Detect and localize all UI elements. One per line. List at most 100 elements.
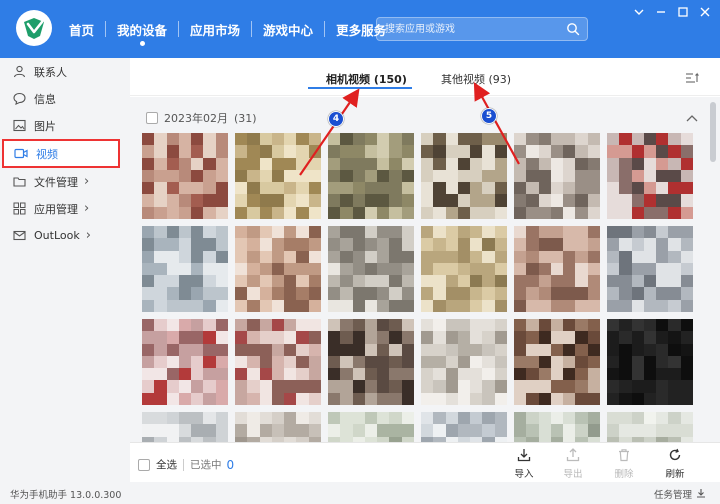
action-bar: 全选 已选中 0 导入 导出 删除 刷新 xyxy=(130,442,720,482)
nav-home[interactable]: 首页 xyxy=(58,0,105,58)
delete-icon xyxy=(604,448,644,464)
video-thumbnail[interactable] xyxy=(328,133,414,219)
search-icon[interactable] xyxy=(566,22,580,39)
thumbnail-image xyxy=(607,133,693,219)
video-icon xyxy=(14,147,28,161)
tab-other-videos[interactable]: 其他视频 (93) xyxy=(441,71,511,87)
nav-app-market[interactable]: 应用市场 xyxy=(179,0,251,58)
download-icon xyxy=(696,488,706,501)
refresh-button[interactable]: 刷新 xyxy=(655,448,695,480)
group-title: 2023年02月 xyxy=(164,112,228,125)
tab-camera-videos[interactable]: 相机视频 (150) xyxy=(326,71,407,87)
chevron-right-icon: › xyxy=(85,228,91,243)
chevron-right-icon: › xyxy=(84,174,90,189)
sidebar-item-label: 信息 xyxy=(34,92,56,106)
sidebar-item-outlook[interactable]: OutLook › xyxy=(2,222,120,249)
scrollbar-thumb[interactable] xyxy=(710,102,716,162)
video-thumbnail[interactable] xyxy=(235,226,321,312)
chevron-right-icon: › xyxy=(84,201,90,216)
task-manager-button[interactable]: 任务管理 xyxy=(654,487,706,501)
thumbnail-image xyxy=(235,133,321,219)
search-input[interactable] xyxy=(377,18,561,40)
thumbnail-image xyxy=(328,133,414,219)
person-icon xyxy=(12,65,26,79)
video-thumbnail[interactable] xyxy=(514,319,600,405)
video-thumbnail[interactable] xyxy=(142,226,228,312)
video-thumbnail[interactable] xyxy=(514,226,600,312)
sidebar-item-file-manager[interactable]: 文件管理 › xyxy=(2,168,120,195)
app-logo-icon xyxy=(24,18,44,39)
video-thumbnail[interactable] xyxy=(328,319,414,405)
thumbnail-image xyxy=(421,226,507,312)
annotation-badge: 5 xyxy=(481,108,497,124)
export-button[interactable]: 导出 xyxy=(553,448,593,480)
video-thumbnail[interactable] xyxy=(607,226,693,312)
thumbnail-image xyxy=(142,133,228,219)
menu-icon[interactable] xyxy=(632,5,646,19)
sidebar-item-label: 文件管理 xyxy=(34,175,78,189)
sidebar-item-app-manager[interactable]: 应用管理 › xyxy=(2,195,120,222)
import-button[interactable]: 导入 xyxy=(504,448,544,480)
app-version: 华为手机助手 13.0.0.300 xyxy=(10,490,122,501)
apps-icon xyxy=(12,202,26,216)
annotation-badge: 4 xyxy=(328,111,344,127)
group-select-checkbox[interactable] xyxy=(146,112,158,124)
video-thumbnail[interactable] xyxy=(142,319,228,405)
select-all-label[interactable]: 全选 xyxy=(156,457,177,472)
minimize-icon[interactable] xyxy=(654,5,668,19)
thumbnail-image xyxy=(514,226,600,312)
app-logo xyxy=(16,10,52,46)
select-all-checkbox[interactable] xyxy=(138,458,150,471)
sidebar-item-label: OutLook xyxy=(34,229,80,242)
close-icon[interactable] xyxy=(698,5,712,19)
thumbnail-image xyxy=(421,319,507,405)
video-thumbnail[interactable] xyxy=(235,133,321,219)
nav-game-center[interactable]: 游戏中心 xyxy=(252,0,324,58)
month-group-header: 2023年02月 (31) xyxy=(146,110,257,126)
main-nav: 首页 我的设备 应用市场 游戏中心 更多服务 xyxy=(58,0,397,58)
folder-icon xyxy=(12,175,26,189)
video-thumbnail[interactable] xyxy=(607,133,693,219)
video-thumbnail[interactable] xyxy=(514,133,600,219)
video-thumbnail[interactable] xyxy=(607,319,693,405)
tab-active-indicator xyxy=(308,87,412,89)
export-label: 导出 xyxy=(563,469,583,480)
video-thumbnail[interactable] xyxy=(421,319,507,405)
scrollbar[interactable] xyxy=(710,102,716,442)
thumbnail-image xyxy=(607,319,693,405)
delete-label: 删除 xyxy=(614,469,634,480)
import-label: 导入 xyxy=(514,469,534,480)
chevron-up-icon[interactable] xyxy=(686,112,698,125)
thumbnail-image xyxy=(328,226,414,312)
sidebar-item-videos[interactable]: 视频 xyxy=(2,139,120,168)
image-icon xyxy=(12,119,26,133)
sidebar-item-contacts[interactable]: 联系人 xyxy=(2,58,120,85)
sidebar-item-label: 图片 xyxy=(34,119,56,133)
video-thumbnail[interactable] xyxy=(421,226,507,312)
sort-icon[interactable] xyxy=(685,72,700,87)
maximize-icon[interactable] xyxy=(676,5,690,19)
mail-icon xyxy=(12,229,26,243)
sidebar-item-label: 应用管理 xyxy=(34,202,78,216)
video-thumbnail[interactable] xyxy=(142,133,228,219)
task-manager-label: 任务管理 xyxy=(653,490,692,501)
search-box xyxy=(376,17,588,41)
status-bar: 华为手机助手 13.0.0.300 任务管理 xyxy=(0,482,720,504)
video-thumbnail[interactable] xyxy=(421,133,507,219)
refresh-label: 刷新 xyxy=(665,469,685,480)
import-icon xyxy=(504,448,544,464)
thumbnail-image xyxy=(421,133,507,219)
select-all-area: 全选 已选中 0 xyxy=(138,457,234,472)
video-thumbnail[interactable] xyxy=(235,319,321,405)
video-thumbnail[interactable] xyxy=(328,226,414,312)
selected-label: 已选中 xyxy=(190,459,222,471)
sidebar-item-messages[interactable]: 信息 xyxy=(2,85,120,112)
thumbnail-image xyxy=(514,133,600,219)
nav-my-devices[interactable]: 我的设备 xyxy=(106,0,178,58)
thumbnail-image xyxy=(142,226,228,312)
sidebar: 联系人 信息 图片 视频 文件管理 › 应用管理 › OutLook › xyxy=(0,58,128,482)
thumbnail-image xyxy=(235,319,321,405)
sidebar-item-pictures[interactable]: 图片 xyxy=(2,112,120,139)
sidebar-item-label: 联系人 xyxy=(34,65,67,79)
delete-button[interactable]: 删除 xyxy=(604,448,644,480)
